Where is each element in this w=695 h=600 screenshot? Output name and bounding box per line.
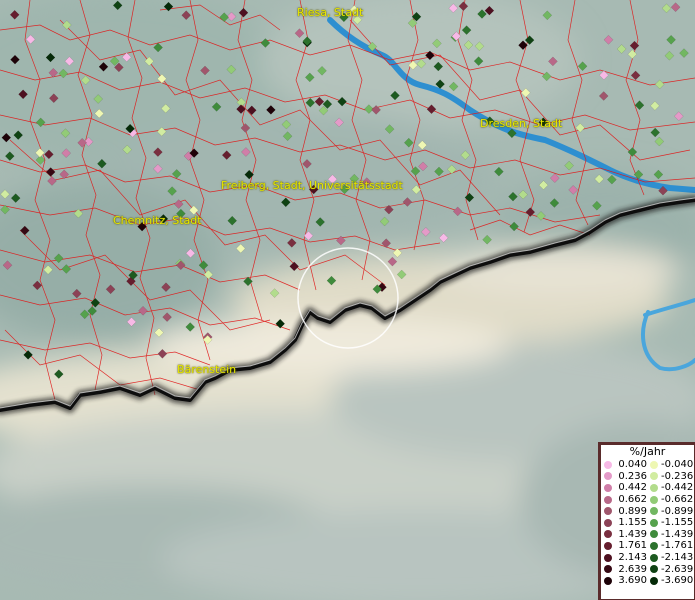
- legend-value: -0.442: [661, 482, 694, 494]
- legend-value: 0.040: [618, 459, 647, 471]
- legend-value: -1.761: [661, 540, 694, 552]
- legend-value: 3.690: [618, 575, 647, 587]
- legend-value: -2.143: [661, 552, 694, 564]
- legend-swatch: [604, 565, 612, 574]
- legend-row: 0.442 -0.442: [601, 482, 694, 494]
- legend-row: 3.690 -3.690: [601, 575, 694, 587]
- legend-entry-negative: -0.236: [647, 471, 693, 482]
- legend-entry-positive: 1.155: [601, 517, 647, 528]
- legend-entry-positive: 2.143: [601, 552, 647, 563]
- legend-entry-positive: 0.040: [601, 459, 647, 470]
- legend-value: 0.899: [618, 505, 647, 517]
- legend-entry-negative: -0.040: [647, 459, 693, 470]
- legend-entry-positive: 0.662: [601, 494, 647, 505]
- place-label-riesa: Riesa, Stadt: [297, 6, 364, 19]
- terrain-layer: [0, 0, 695, 600]
- legend-value: -0.899: [661, 505, 694, 517]
- legend-entry-positive: 1.761: [601, 540, 647, 551]
- legend-swatch: [650, 507, 658, 516]
- legend-swatch: [650, 483, 658, 492]
- place-label-baerenstein: Bärenstein: [177, 363, 237, 376]
- legend-entry-negative: -0.442: [647, 482, 693, 493]
- legend-entry-negative: -2.639: [647, 564, 693, 575]
- legend-value: -0.662: [661, 494, 694, 506]
- legend-swatch: [604, 460, 612, 469]
- legend-row: 0.040 -0.040: [601, 459, 694, 471]
- legend-entry-negative: -0.899: [647, 506, 693, 517]
- legend-swatch: [604, 483, 612, 492]
- legend-value: 0.662: [618, 494, 647, 506]
- map-legend: %/Jahr 0.040 -0.040 0.236 -0.236 0.442 -0.442…: [598, 442, 695, 600]
- legend-entry-positive: 1.439: [601, 529, 647, 540]
- legend-row: 1.761 -1.761: [601, 540, 694, 552]
- place-label-dresden: Dresden, Stadt: [480, 117, 563, 130]
- legend-value: 2.143: [618, 552, 647, 564]
- legend-row: 2.143 -2.143: [601, 552, 694, 564]
- legend-entry-negative: -1.155: [647, 517, 693, 528]
- legend-entry-positive: 2.639: [601, 564, 647, 575]
- legend-value: -3.690: [661, 575, 694, 587]
- legend-swatch: [604, 553, 612, 562]
- legend-swatch: [650, 518, 658, 527]
- legend-swatch: [650, 530, 658, 539]
- legend-swatch: [604, 495, 612, 504]
- legend-value: -0.040: [661, 459, 694, 471]
- place-label-chemnitz: Chemnitz, Stadt: [113, 214, 202, 227]
- legend-row: 0.236 -0.236: [601, 471, 694, 483]
- legend-swatch: [650, 565, 658, 574]
- legend-swatch: [604, 530, 612, 539]
- legend-row: 1.439 -1.439: [601, 529, 694, 541]
- legend-swatch: [650, 460, 658, 469]
- map-view[interactable]: Riesa, Stadt Dresden, Stadt Freiberg, St…: [0, 0, 695, 600]
- legend-entry-positive: 0.236: [601, 471, 647, 482]
- legend-swatch: [604, 541, 612, 550]
- legend-entry-positive: 0.442: [601, 482, 647, 493]
- legend-swatch: [650, 495, 658, 504]
- legend-row: 0.899 -0.899: [601, 505, 694, 517]
- map-canvas: [0, 0, 695, 600]
- legend-value: 1.439: [618, 528, 647, 540]
- legend-value: -1.439: [661, 528, 694, 540]
- legend-entry-positive: 0.899: [601, 506, 647, 517]
- legend-row: 2.639 -2.639: [601, 563, 694, 575]
- legend-value: 1.761: [618, 540, 647, 552]
- legend-value: 2.639: [618, 563, 647, 575]
- legend-entry-negative: -2.143: [647, 552, 693, 563]
- place-label-freiberg: Freiberg, Stadt, Universitätsstadt: [221, 179, 403, 192]
- legend-swatch: [604, 518, 612, 527]
- legend-swatch: [604, 576, 612, 585]
- legend-value: 0.442: [618, 482, 647, 494]
- legend-rows: 0.040 -0.040 0.236 -0.236 0.442 -0.442 0.662 -0…: [601, 459, 694, 587]
- legend-value: -2.639: [661, 563, 694, 575]
- legend-value: -1.155: [661, 517, 694, 529]
- legend-entry-positive: 3.690: [601, 575, 647, 586]
- legend-entry-negative: -1.439: [647, 529, 693, 540]
- legend-title: %/Jahr: [629, 445, 666, 458]
- legend-swatch: [650, 553, 658, 562]
- legend-swatch: [604, 472, 612, 481]
- legend-row: 1.155 -1.155: [601, 517, 694, 529]
- legend-swatch: [650, 472, 658, 481]
- legend-swatch: [650, 541, 658, 550]
- legend-entry-negative: -0.662: [647, 494, 693, 505]
- legend-swatch: [604, 507, 612, 516]
- legend-row: 0.662 -0.662: [601, 494, 694, 506]
- legend-swatch: [650, 576, 658, 585]
- legend-entry-negative: -1.761: [647, 540, 693, 551]
- legend-entry-negative: -3.690: [647, 575, 693, 586]
- legend-value: -0.236: [661, 470, 694, 482]
- legend-value: 1.155: [618, 517, 647, 529]
- legend-value: 0.236: [618, 470, 647, 482]
